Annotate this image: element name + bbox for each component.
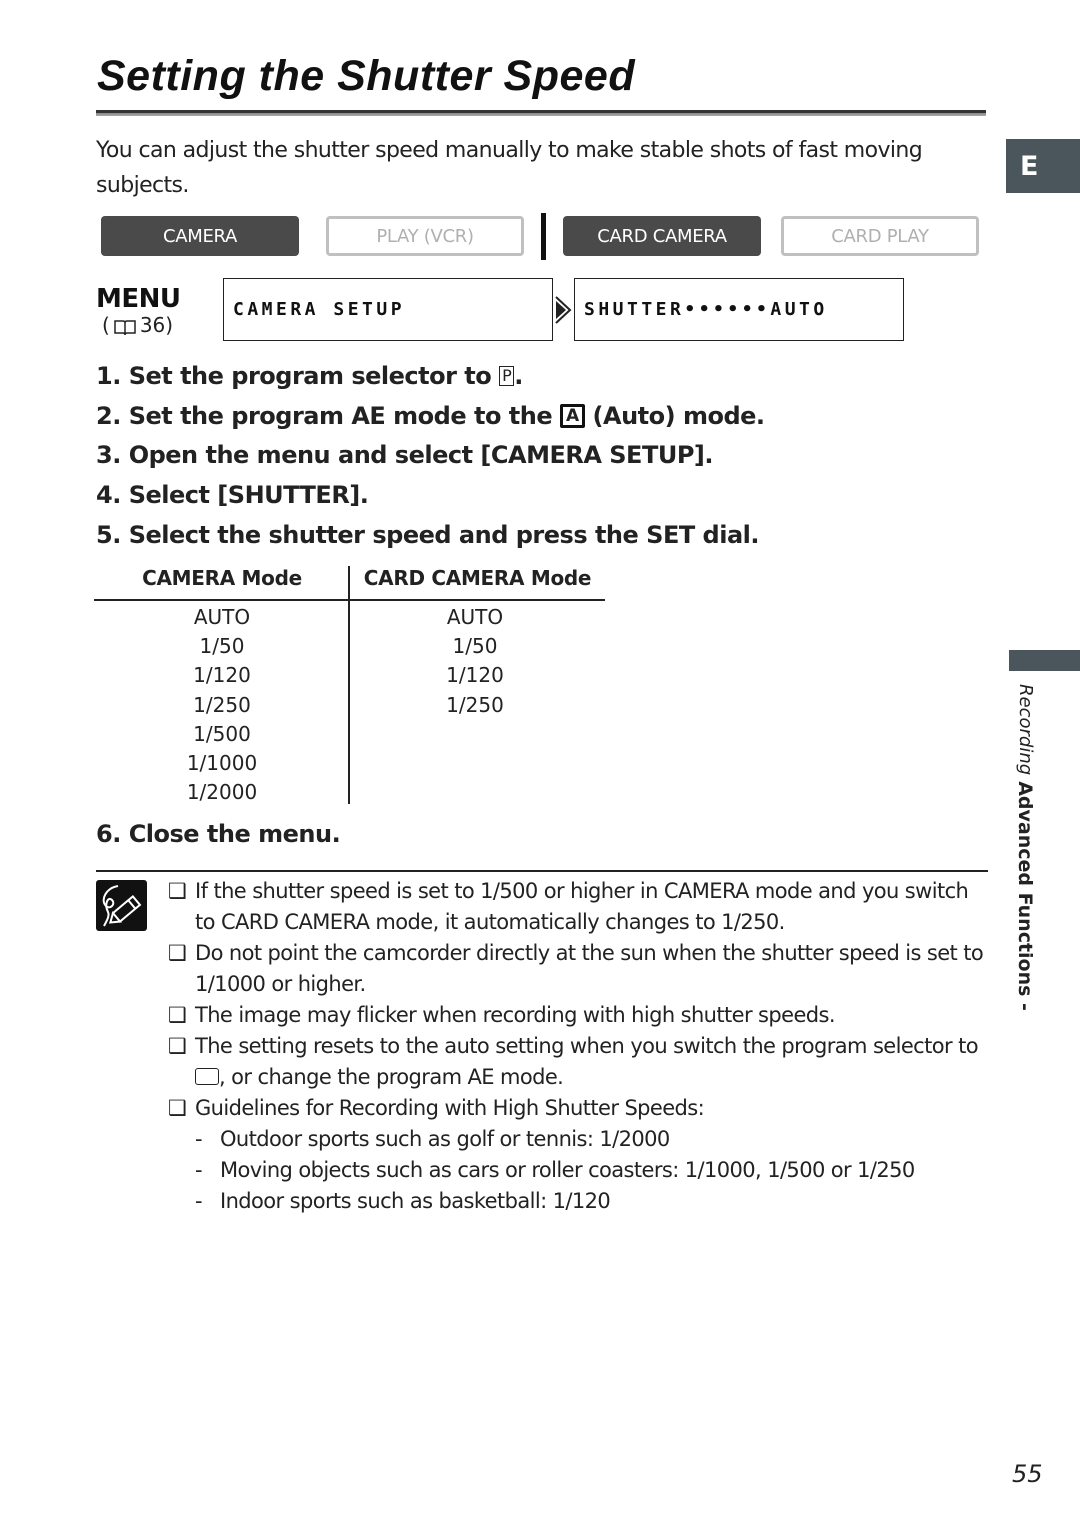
guideline-item: - Indoor sports such as basketball: 1/12… bbox=[168, 1186, 990, 1217]
menu-page-reference: ( 36) bbox=[102, 313, 173, 337]
mode-card-camera: CARD CAMERA bbox=[563, 216, 761, 256]
note-text: If the shutter speed is set to 1/500 or … bbox=[195, 879, 969, 934]
chevron-right-icon bbox=[554, 296, 572, 328]
note-item: ❑ The image may flicker when recording w… bbox=[168, 1000, 990, 1031]
camera-mode-column: AUTO 1/50 1/120 1/250 1/500 1/1000 1/200… bbox=[96, 603, 348, 807]
note-item: ❑ Do not point the camcorder directly at… bbox=[168, 938, 990, 1000]
table-cell: 1/250 bbox=[193, 692, 251, 717]
table-cell: 1/250 bbox=[446, 692, 504, 717]
step-3: 3. Open the menu and select [CAMERA SETU… bbox=[96, 441, 714, 469]
guideline-item: - Moving objects such as cars or roller … bbox=[168, 1155, 990, 1186]
table-cell: 1/2000 bbox=[186, 780, 258, 805]
auto-mode-icon: A bbox=[560, 404, 585, 428]
table-header-card-camera-mode: CARD CAMERA Mode bbox=[363, 566, 592, 590]
notes-list: ❑ If the shutter speed is set to 1/500 o… bbox=[168, 876, 990, 1217]
section-side-label: Recording Advanced Functions - bbox=[1010, 684, 1040, 1011]
bullet-icon: ❑ bbox=[168, 1034, 187, 1058]
step-text: Set the program selector to bbox=[128, 362, 492, 390]
program-p-icon: P bbox=[499, 366, 515, 386]
note-text: The setting resets to the auto setting w… bbox=[195, 1034, 979, 1058]
guideline-text: Indoor sports such as basketball: 1/120 bbox=[220, 1189, 611, 1213]
page-title: Setting the Shutter Speed bbox=[97, 52, 636, 100]
note-text: The image may flicker when recording wit… bbox=[195, 1003, 836, 1027]
page-number: 55 bbox=[1012, 1460, 1043, 1488]
note-item: ❑ The setting resets to the auto setting… bbox=[168, 1031, 990, 1093]
table-cell: 1/50 bbox=[199, 634, 245, 659]
guideline-text: Outdoor sports such as golf or tennis: 1… bbox=[220, 1127, 670, 1151]
title-underline bbox=[96, 110, 986, 116]
table-cell: 1/1000 bbox=[186, 751, 258, 776]
note-text: Do not point the camcorder directly at t… bbox=[195, 941, 984, 996]
note-item: ❑ Guidelines for Recording with High Shu… bbox=[168, 1093, 990, 1124]
bullet-icon: ❑ bbox=[168, 1003, 187, 1027]
notes-rule bbox=[96, 870, 988, 872]
table-cell: AUTO bbox=[446, 605, 504, 629]
step-number: 6. bbox=[96, 820, 121, 848]
step-2: 2. Set the program AE mode to the A (Aut… bbox=[96, 402, 765, 430]
mode-camera: CAMERA bbox=[101, 216, 299, 256]
book-icon bbox=[114, 317, 136, 335]
menu-label: MENU bbox=[96, 284, 181, 314]
step-number: 1. bbox=[96, 362, 121, 390]
easy-recording-icon bbox=[195, 1068, 219, 1085]
step-text: Open the menu and select [CAMERA SETUP]. bbox=[128, 441, 714, 469]
ref-page-number: 36) bbox=[139, 313, 174, 337]
step-number: 2. bbox=[96, 402, 121, 430]
table-cell: 1/500 bbox=[193, 721, 251, 746]
language-tab: E bbox=[1006, 139, 1080, 193]
table-cell: 1/120 bbox=[193, 663, 251, 688]
bullet-icon: ❑ bbox=[168, 1096, 187, 1120]
step-text-end: (Auto) mode. bbox=[592, 402, 765, 430]
step-5: 5. Select the shutter speed and press th… bbox=[96, 521, 760, 549]
step-number: 5. bbox=[96, 521, 121, 549]
table-cell: AUTO bbox=[193, 605, 251, 629]
dash-bullet: - bbox=[195, 1158, 203, 1182]
step-text: Set the program AE mode to the bbox=[128, 402, 553, 430]
guideline-item: - Outdoor sports such as golf or tennis:… bbox=[168, 1124, 990, 1155]
section-sub-label: Recording bbox=[1015, 684, 1036, 776]
bullet-icon: ❑ bbox=[168, 879, 187, 903]
table-cell: 1/50 bbox=[452, 634, 498, 659]
step-1: 1. Set the program selector to P. bbox=[96, 362, 523, 390]
card-camera-mode-column: AUTO 1/50 1/120 1/250 bbox=[350, 603, 600, 720]
step-text: Close the menu. bbox=[128, 820, 341, 848]
step-6: 6. Close the menu. bbox=[96, 820, 341, 848]
dash-bullet: - bbox=[195, 1189, 203, 1213]
table-header-camera-mode: CAMERA Mode bbox=[142, 566, 302, 590]
step-4: 4. Select [SHUTTER]. bbox=[96, 481, 369, 509]
mode-separator bbox=[541, 213, 546, 260]
step-number: 3. bbox=[96, 441, 121, 469]
step-number: 4. bbox=[96, 481, 121, 509]
menu-path-camera-setup: CAMERA SETUP bbox=[223, 278, 553, 341]
step-text-end: . bbox=[514, 362, 523, 390]
intro-text: You can adjust the shutter speed manuall… bbox=[96, 138, 923, 198]
dash-bullet: - bbox=[195, 1127, 203, 1151]
menu-path-shutter: SHUTTER••••••AUTO bbox=[574, 278, 904, 341]
guideline-text: Moving objects such as cars or roller co… bbox=[220, 1158, 915, 1182]
bullet-icon: ❑ bbox=[168, 941, 187, 965]
mode-play-vcr: PLAY (VCR) bbox=[326, 216, 524, 256]
note-text-end: , or change the program AE mode. bbox=[219, 1065, 564, 1089]
pencil-note-icon bbox=[96, 880, 147, 931]
section-main-label: Advanced Functions - bbox=[1014, 781, 1036, 1011]
table-cell: 1/120 bbox=[446, 663, 504, 688]
ref-open-paren: ( bbox=[102, 313, 110, 337]
section-tab-bar bbox=[1009, 650, 1080, 671]
note-text: Guidelines for Recording with High Shutt… bbox=[195, 1096, 705, 1120]
step-text: Select the shutter speed and press the S… bbox=[128, 521, 760, 549]
step-text: Select [SHUTTER]. bbox=[128, 481, 369, 509]
note-item: ❑ If the shutter speed is set to 1/500 o… bbox=[168, 876, 990, 938]
mode-card-play: CARD PLAY bbox=[781, 216, 979, 256]
